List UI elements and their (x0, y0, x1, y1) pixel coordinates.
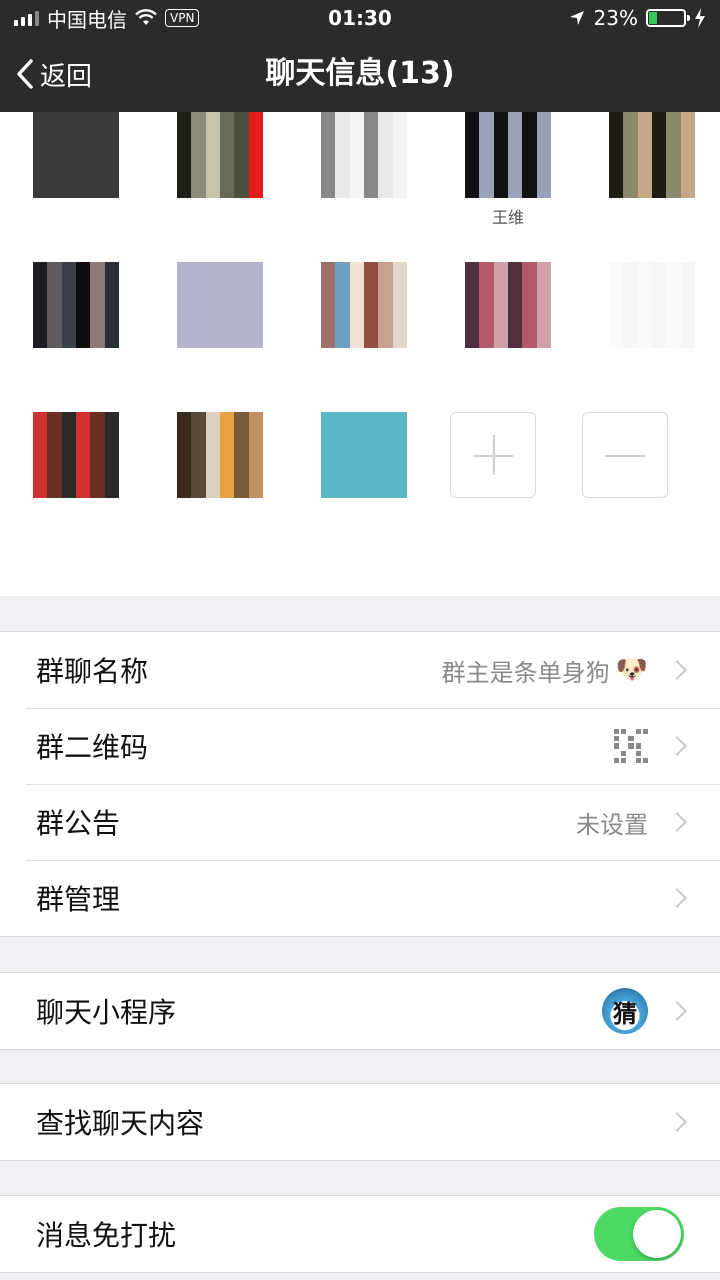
chevron-right-icon (667, 660, 687, 680)
member-name (298, 504, 430, 528)
charging-bolt-icon (695, 8, 705, 28)
member-avatar-item[interactable] (154, 412, 286, 552)
member-avatar-item[interactable] (10, 262, 142, 402)
member-name (154, 504, 286, 528)
settings-row[interactable]: 聊天小程序 猜 (0, 973, 720, 1049)
avatar (609, 112, 695, 198)
avatar (465, 112, 551, 198)
settings-row[interactable]: 群公告 未设置 (0, 784, 720, 860)
member-name (586, 354, 718, 378)
avatar (465, 262, 551, 348)
chevron-right-icon (667, 1112, 687, 1132)
member-avatar-item[interactable] (10, 112, 142, 252)
settings-row[interactable]: 消息免打扰 (0, 1196, 720, 1272)
avatar (33, 112, 119, 198)
settings-row-value-text: 群主是条单身狗 (441, 658, 610, 687)
member-name (154, 354, 286, 378)
add-member-button[interactable] (450, 412, 536, 498)
settings-row-label: 查找聊天内容 (36, 1107, 205, 1140)
avatar (177, 112, 263, 198)
location-arrow-icon (569, 11, 584, 25)
member-name (298, 354, 430, 378)
member-grid: 王维 (0, 112, 720, 596)
member-avatar-item[interactable] (442, 262, 574, 402)
member-name (298, 204, 430, 228)
settings-row[interactable]: 群管理 (0, 860, 720, 936)
settings-row-label: 群聊名称 (36, 655, 149, 688)
avatar (609, 262, 695, 348)
remove-member-button[interactable] (582, 412, 668, 498)
chevron-right-icon (667, 1001, 687, 1021)
member-avatar-item[interactable] (154, 262, 286, 402)
settings-row-label: 聊天小程序 (36, 996, 177, 1029)
settings-row[interactable]: 群聊名称 群主是条单身狗 🐶 (0, 632, 720, 708)
avatar (321, 412, 407, 498)
battery-level-fill (649, 12, 657, 24)
settings-group: 查找聊天内容 (0, 1083, 720, 1161)
battery-icon (646, 9, 690, 27)
member-name (442, 354, 574, 378)
settings-row-label: 消息免打扰 (36, 1219, 177, 1252)
member-name: 王维 (491, 208, 524, 227)
page-title: 聊天信息(13) (265, 56, 455, 91)
chevron-right-icon (667, 736, 687, 756)
avatar (33, 412, 119, 498)
settings-row-label: 群公告 (36, 807, 121, 840)
member-avatar-item[interactable] (154, 112, 286, 252)
member-avatar-item[interactable] (298, 112, 430, 252)
chevron-right-icon (667, 812, 687, 832)
settings-row-label: 群管理 (36, 883, 121, 916)
member-avatar-item[interactable] (298, 412, 430, 552)
member-name (586, 204, 718, 228)
status-bar-right: 23% (568, 6, 706, 30)
qr-code-icon (614, 729, 648, 763)
settings-row[interactable]: 查找聊天内容 (0, 1084, 720, 1160)
member-avatar-item[interactable] (586, 262, 718, 402)
member-name (154, 204, 286, 228)
member-name (10, 504, 142, 528)
member-avatar-item[interactable] (298, 262, 430, 402)
avatar (33, 262, 119, 348)
settings-group: 聊天小程序 猜 (0, 972, 720, 1050)
settings-row-value-text: 未设置 (576, 810, 648, 839)
settings-group: 消息免打扰 (0, 1195, 720, 1273)
dog-emoji-icon: 🐶 (615, 655, 648, 685)
battery-percent: 23% (593, 6, 638, 30)
member-name (10, 204, 142, 228)
avatar (177, 262, 263, 348)
mini-program-icon: 猜 (602, 988, 648, 1034)
settings-row-value (614, 729, 648, 763)
navigation-bar: 返回 聊天信息(13) (0, 36, 720, 112)
avatar (321, 262, 407, 348)
settings-row-value: 群主是条单身狗 🐶 (442, 653, 648, 688)
settings-row-value: 未设置 (576, 805, 648, 840)
avatar (177, 412, 263, 498)
member-avatar-item[interactable] (10, 412, 142, 552)
chevron-right-icon (667, 888, 687, 908)
avatar (321, 112, 407, 198)
mute-notifications-toggle[interactable] (594, 1207, 684, 1261)
toggle-knob (633, 1210, 681, 1258)
status-bar: 中国电信 VPN 01:30 23% (0, 0, 720, 36)
member-avatar-item[interactable] (586, 112, 718, 252)
member-avatar-item[interactable]: 王维 (442, 112, 574, 252)
settings-row[interactable]: 群二维码 (0, 708, 720, 784)
settings-row-label: 群二维码 (36, 731, 149, 764)
settings-row-value: 猜 (602, 988, 648, 1034)
settings-group: 群聊名称 群主是条单身狗 🐶 群二维码群公告 未设置群管理 (0, 631, 720, 937)
member-name (10, 354, 142, 378)
